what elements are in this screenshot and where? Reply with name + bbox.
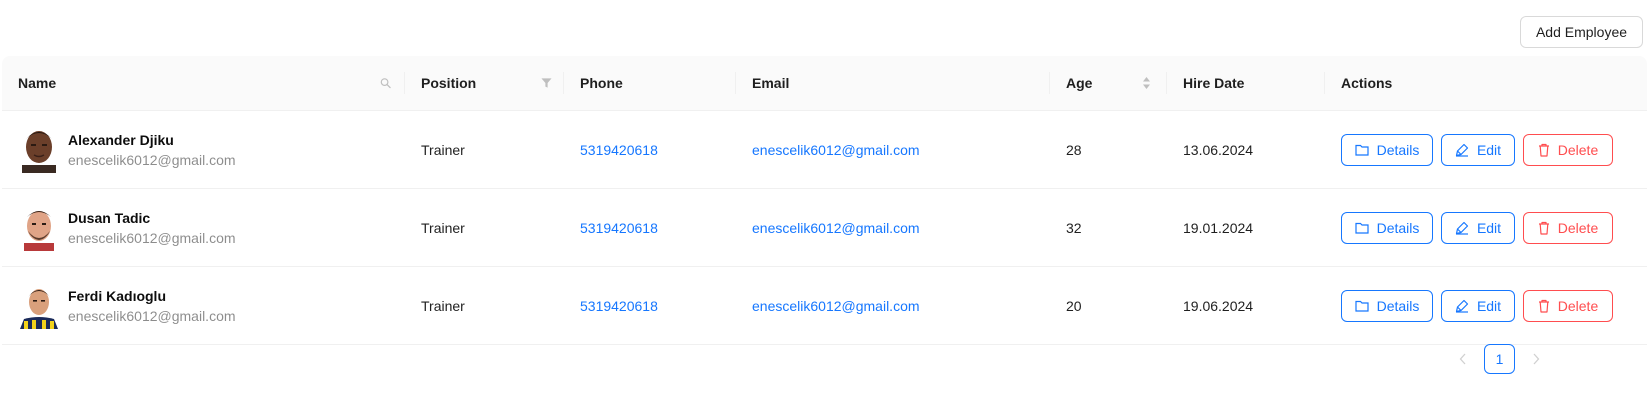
folder-icon [1354, 300, 1369, 312]
column-header-actions: Actions [1325, 56, 1647, 110]
phone-link[interactable]: 5319420618 [580, 298, 658, 314]
details-button[interactable]: Details [1341, 211, 1433, 244]
actions-cell: Details Edit Delete [1325, 267, 1647, 344]
delete-button[interactable]: Delete [1523, 211, 1613, 244]
edit-icon [1455, 221, 1469, 235]
email-link[interactable]: enescelik6012@gmail.com [752, 142, 920, 158]
column-header-label: Hire Date [1183, 75, 1245, 91]
age-cell: 20 [1066, 297, 1082, 314]
delete-button[interactable]: Delete [1523, 133, 1613, 166]
filter-icon[interactable] [541, 78, 552, 89]
actions-cell: Details Edit Delete [1325, 111, 1647, 188]
table-row: Dusan Tadic enescelik6012@gmail.com Trai… [2, 189, 1647, 267]
edit-label: Edit [1476, 219, 1502, 236]
avatar [18, 126, 60, 173]
add-employee-button[interactable]: Add Employee [1520, 16, 1643, 48]
employee-name: Alexander Djiku [68, 131, 174, 148]
column-header-label: Phone [580, 75, 623, 91]
employee-subtitle-email: enescelik6012@gmail.com [68, 151, 236, 168]
phone-cell: 5319420618 [564, 189, 736, 266]
column-header-email: Email [736, 56, 1050, 110]
delete-label: Delete [1557, 219, 1599, 236]
position-cell: Trainer [421, 219, 465, 236]
delete-icon [1538, 143, 1549, 157]
phone-link[interactable]: 5319420618 [580, 142, 658, 158]
avatar [18, 282, 60, 329]
email-cell: enescelik6012@gmail.com [736, 267, 1050, 344]
position-cell: Trainer [421, 141, 465, 158]
details-label: Details [1376, 297, 1420, 314]
details-button[interactable]: Details [1341, 289, 1433, 322]
pagination: 1 [1448, 344, 1551, 374]
edit-button[interactable]: Edit [1441, 133, 1515, 166]
column-header-hire-date: Hire Date [1167, 56, 1325, 110]
name-cell: Alexander Djiku enescelik6012@gmail.com [2, 111, 405, 188]
pagination-page[interactable]: 1 [1484, 344, 1515, 374]
phone-link[interactable]: 5319420618 [580, 220, 658, 236]
delete-label: Delete [1557, 297, 1599, 314]
avatar [18, 204, 60, 251]
edit-label: Edit [1476, 297, 1502, 314]
search-icon[interactable] [380, 78, 391, 89]
delete-icon [1538, 221, 1549, 235]
actions-cell: Details Edit Delete [1325, 189, 1647, 266]
folder-icon [1354, 222, 1369, 234]
column-header-phone: Phone [564, 56, 736, 110]
chevron-left-icon [1459, 353, 1466, 365]
details-button[interactable]: Details [1341, 133, 1433, 166]
name-cell: Dusan Tadic enescelik6012@gmail.com [2, 189, 405, 266]
employee-subtitle-email: enescelik6012@gmail.com [68, 229, 236, 246]
position-cell: Trainer [421, 297, 465, 314]
edit-button[interactable]: Edit [1441, 289, 1515, 322]
edit-button[interactable]: Edit [1441, 211, 1515, 244]
hire-date-cell: 19.01.2024 [1183, 219, 1254, 236]
pagination-next[interactable] [1521, 344, 1551, 374]
folder-icon [1354, 144, 1369, 156]
phone-cell: 5319420618 [564, 267, 736, 344]
employee-name: Dusan Tadic [68, 209, 151, 226]
chevron-right-icon [1533, 353, 1540, 365]
column-header-position[interactable]: Position [405, 56, 564, 110]
hire-date-cell: 13.06.2024 [1183, 141, 1254, 158]
details-label: Details [1376, 141, 1420, 158]
edit-icon [1455, 143, 1469, 157]
delete-button[interactable]: Delete [1523, 289, 1613, 322]
column-header-label: Actions [1341, 75, 1393, 91]
age-cell: 28 [1066, 141, 1082, 158]
phone-cell: 5319420618 [564, 111, 736, 188]
table-header: Name Position Phone Email Age Hire Date … [2, 56, 1647, 111]
table-row: Ferdi Kadıoglu enescelik6012@gmail.com T… [2, 267, 1647, 345]
column-header-name[interactable]: Name [2, 56, 405, 110]
email-cell: enescelik6012@gmail.com [736, 111, 1050, 188]
sort-icon[interactable] [1142, 76, 1151, 90]
email-link[interactable]: enescelik6012@gmail.com [752, 298, 920, 314]
employee-name: Ferdi Kadıoglu [68, 287, 166, 304]
column-header-age[interactable]: Age [1050, 56, 1167, 110]
email-cell: enescelik6012@gmail.com [736, 189, 1050, 266]
age-cell: 32 [1066, 219, 1082, 236]
edit-icon [1455, 299, 1469, 313]
column-header-label: Age [1066, 75, 1093, 91]
column-header-label: Position [421, 75, 477, 91]
delete-label: Delete [1557, 141, 1599, 158]
employee-table: Name Position Phone Email Age Hire Date … [2, 56, 1647, 345]
table-row: Alexander Djiku enescelik6012@gmail.com … [2, 111, 1647, 189]
details-label: Details [1376, 219, 1420, 236]
pagination-prev[interactable] [1448, 344, 1478, 374]
name-cell: Ferdi Kadıoglu enescelik6012@gmail.com [2, 267, 405, 344]
edit-label: Edit [1476, 141, 1502, 158]
column-header-label: Name [18, 75, 57, 91]
column-header-label: Email [752, 75, 790, 91]
email-link[interactable]: enescelik6012@gmail.com [752, 220, 920, 236]
delete-icon [1538, 299, 1549, 313]
hire-date-cell: 19.06.2024 [1183, 297, 1254, 314]
employee-subtitle-email: enescelik6012@gmail.com [68, 307, 236, 324]
